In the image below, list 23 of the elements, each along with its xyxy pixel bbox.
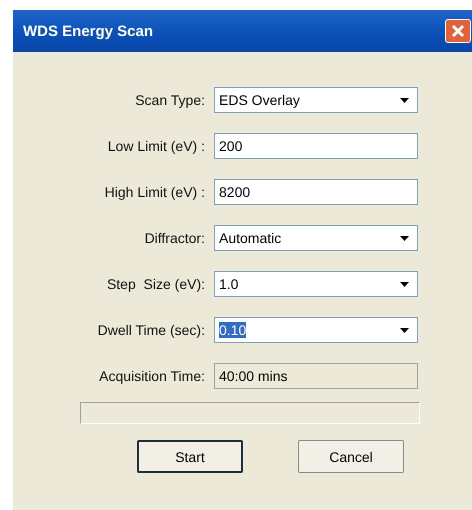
field-label: Dwell Time (sec): [96, 322, 205, 338]
caret-icon [400, 282, 409, 286]
field-label: Low Limit (eV) : [106, 138, 205, 154]
caret-icon [400, 98, 409, 102]
input-field[interactable]: 200 [214, 133, 418, 159]
field-label: High Limit (eV) : [104, 184, 205, 200]
caret-icon [400, 236, 409, 240]
input-field[interactable]: 8200 [214, 179, 418, 205]
field-label: Scan Type: [134, 92, 205, 108]
field-label: Step Size (eV): [106, 276, 205, 292]
close-button[interactable] [445, 19, 471, 43]
dropdown[interactable]: 0.10 [214, 317, 418, 343]
window-title: WDS Energy Scan [23, 22, 154, 40]
field-label: Diffractor: [144, 230, 205, 246]
cancel-button[interactable]: Cancel [298, 440, 404, 473]
dropdown[interactable]: 1.0 [214, 271, 418, 297]
start-button[interactable]: Start [137, 440, 243, 473]
field-label: Acquisition Time: [98, 368, 205, 384]
readonly-field: 40:00 mins [214, 363, 418, 389]
dropdown[interactable]: EDS Overlay [214, 87, 418, 113]
caret-icon [400, 328, 409, 332]
close-icon [451, 24, 465, 38]
dropdown[interactable]: Automatic [214, 225, 418, 251]
